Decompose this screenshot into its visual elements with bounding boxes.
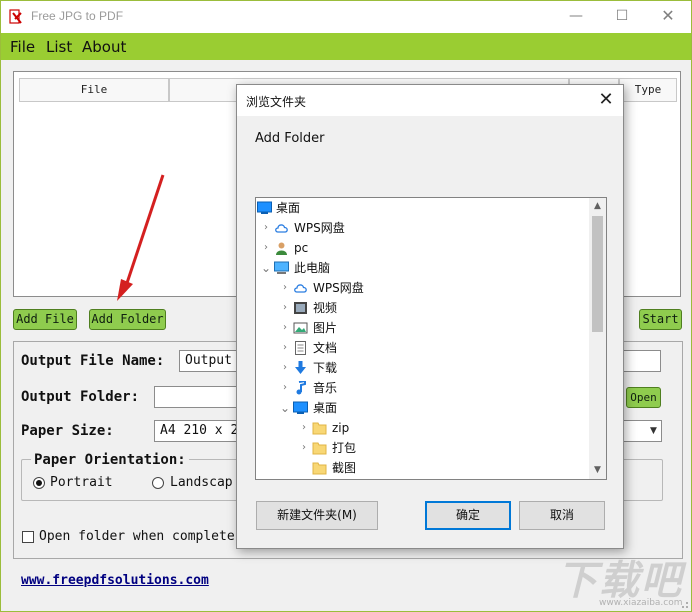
- dialog-title-bar: 浏览文件夹 ✕: [237, 85, 623, 116]
- open-folder-label[interactable]: Open folder when complete: [39, 529, 235, 544]
- tree-item[interactable]: 桌面: [256, 198, 590, 218]
- tree-item[interactable]: › 文档: [256, 338, 590, 358]
- tree-item[interactable]: › WPS网盘: [256, 278, 590, 298]
- chevron-right-icon[interactable]: ›: [260, 218, 272, 238]
- column-header-type[interactable]: Type: [619, 78, 677, 102]
- tree-item-label: WPS网盘: [313, 281, 364, 295]
- document-icon: [293, 341, 308, 355]
- menu-file[interactable]: File: [10, 38, 35, 56]
- website-link[interactable]: www.freepdfsolutions.com: [21, 573, 209, 588]
- chevron-right-icon[interactable]: ›: [279, 378, 291, 398]
- app-logo-icon: [9, 9, 22, 24]
- dropdown-arrow-icon[interactable]: ▼: [646, 421, 661, 441]
- cancel-button[interactable]: 取消: [519, 501, 605, 530]
- start-button[interactable]: Start: [639, 309, 682, 330]
- computer-icon: [274, 261, 289, 275]
- add-file-button[interactable]: Add File: [13, 309, 77, 330]
- landscape-label[interactable]: Landscap: [170, 475, 233, 490]
- paper-orientation-label: Paper Orientation:: [31, 452, 189, 468]
- menu-bar: File List About: [1, 33, 691, 60]
- chevron-right-icon[interactable]: ›: [279, 358, 291, 378]
- tree-item-label: 下载: [313, 361, 338, 375]
- chevron-right-icon[interactable]: ›: [279, 318, 291, 338]
- scroll-down-icon[interactable]: ▼: [589, 462, 606, 479]
- folder-icon: [312, 461, 327, 475]
- tree-item[interactable]: › 图片: [256, 318, 590, 338]
- tree-item[interactable]: › 打包: [256, 438, 590, 458]
- video-icon: [293, 301, 308, 315]
- tree-item-label: WPS网盘: [294, 221, 345, 235]
- title-bar: Free JPG to PDF — ☐ ✕: [1, 1, 691, 33]
- tree-item[interactable]: › 下载: [256, 358, 590, 378]
- open-button[interactable]: Open: [626, 387, 661, 408]
- add-folder-button[interactable]: Add Folder: [89, 309, 166, 330]
- window-title: Free JPG to PDF: [31, 9, 124, 23]
- tree-item-label: 音乐: [313, 381, 338, 395]
- paper-size-label: Paper Size:: [21, 423, 114, 439]
- tree-item[interactable]: › 音乐: [256, 378, 590, 398]
- tree-item[interactable]: › pc: [256, 238, 590, 258]
- tree-item-label: 打包: [332, 441, 357, 455]
- chevron-right-icon[interactable]: ›: [279, 298, 291, 318]
- dialog-description: Add Folder: [255, 131, 325, 146]
- tree-item-label: zip: [332, 421, 350, 435]
- annotation-arrow-icon: [117, 174, 165, 301]
- maximize-icon[interactable]: ☐: [599, 1, 645, 33]
- output-folder-label: Output Folder:: [21, 389, 140, 405]
- column-header-file[interactable]: File: [19, 78, 169, 102]
- dialog-title: 浏览文件夹: [246, 95, 307, 109]
- desktop-icon: [293, 401, 308, 415]
- tree-item-label: 文档: [313, 341, 338, 355]
- tree-item[interactable]: › zip: [256, 418, 590, 438]
- tree-item[interactable]: › WPS网盘: [256, 218, 590, 238]
- music-icon: [293, 379, 308, 395]
- new-folder-button[interactable]: 新建文件夹(M): [256, 501, 378, 530]
- tree-item-label: 视频: [313, 301, 338, 315]
- chevron-right-icon[interactable]: ›: [298, 418, 310, 438]
- picture-icon: [293, 321, 308, 335]
- chevron-down-icon[interactable]: ⌄: [279, 398, 291, 418]
- portrait-radio[interactable]: [33, 477, 45, 489]
- menu-list[interactable]: List: [46, 38, 72, 56]
- ok-button[interactable]: 确定: [425, 501, 511, 530]
- menu-about[interactable]: About: [82, 38, 126, 56]
- cloud-icon: [274, 221, 289, 235]
- folder-icon: [312, 441, 327, 455]
- tree-item-label: 桌面: [276, 201, 301, 215]
- dialog-close-icon[interactable]: ✕: [593, 89, 619, 111]
- folder-icon: [312, 421, 327, 435]
- cloud-icon: [293, 281, 308, 295]
- user-icon: [274, 241, 289, 255]
- open-folder-checkbox[interactable]: [22, 531, 34, 543]
- minimize-icon[interactable]: —: [553, 1, 599, 33]
- tree-item[interactable]: ⌄ 此电脑: [256, 258, 590, 278]
- app-window: Free JPG to PDF — ☐ ✕ File List About Fi…: [0, 0, 692, 612]
- chevron-down-icon[interactable]: ⌄: [260, 258, 272, 278]
- tree-item[interactable]: › 视频: [256, 298, 590, 318]
- tree-item-label: pc: [294, 241, 309, 255]
- scroll-up-icon[interactable]: ▲: [589, 198, 606, 215]
- chevron-right-icon[interactable]: ›: [260, 238, 272, 258]
- tree-item-label: 此电脑: [294, 261, 331, 275]
- chevron-right-icon[interactable]: ›: [279, 338, 291, 358]
- download-icon: [293, 361, 308, 375]
- close-icon[interactable]: ✕: [645, 1, 691, 33]
- output-file-name-label: Output File Name:: [21, 353, 165, 369]
- tree-item[interactable]: ⌄ 桌面: [256, 398, 590, 418]
- browse-folder-dialog: 浏览文件夹 ✕ Add Folder 桌面 › WPS网盘 › pc ⌄ 此电脑 › WPS网盘…: [236, 84, 624, 549]
- desktop-icon: [257, 201, 272, 215]
- folder-tree[interactable]: 桌面 › WPS网盘 › pc ⌄ 此电脑 › WPS网盘 › 视频 › 图片 › 文档 › 下载 › 音乐 ⌄ 桌面 ›…: [255, 197, 607, 480]
- tree-item-label: 截图: [332, 461, 357, 475]
- tree-item-label: 图片: [313, 321, 338, 335]
- tree-item[interactable]: 截图: [256, 458, 590, 478]
- watermark-url: www.xiazaiba.com: [599, 598, 683, 608]
- tree-scrollbar[interactable]: ▲ ▼: [589, 198, 606, 479]
- tree-item-label: 桌面: [313, 401, 338, 415]
- chevron-right-icon[interactable]: ›: [279, 278, 291, 298]
- scroll-thumb[interactable]: [592, 216, 603, 332]
- landscape-radio[interactable]: [152, 477, 164, 489]
- portrait-label[interactable]: Portrait: [50, 475, 113, 490]
- chevron-right-icon[interactable]: ›: [298, 438, 310, 458]
